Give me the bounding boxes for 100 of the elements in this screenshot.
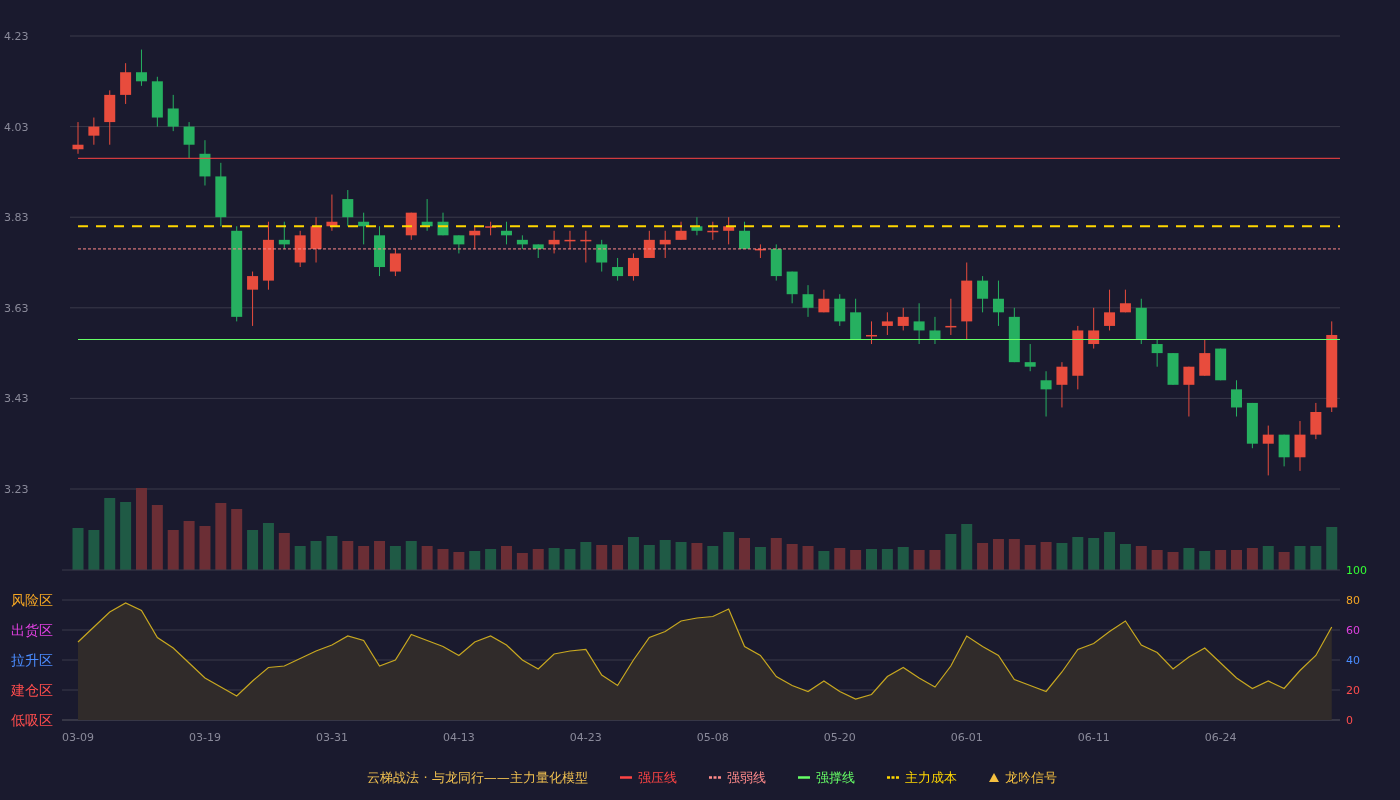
volume-bar (120, 502, 132, 570)
volume-bar (723, 532, 735, 570)
candlestick (643, 230, 655, 259)
candlestick (437, 212, 449, 236)
volume-bar (1294, 546, 1306, 570)
volume-bar (1056, 543, 1068, 570)
candlestick (866, 320, 877, 345)
axis-label: 3.63 (4, 301, 29, 315)
candlestick (659, 230, 671, 259)
volume-bar (1183, 548, 1195, 570)
volume-bar (707, 546, 719, 570)
candlestick (770, 243, 782, 282)
volume-bar (1215, 550, 1227, 570)
axis-label: 03-19 (189, 731, 221, 744)
candlestick (326, 194, 338, 232)
candlestick (215, 162, 227, 227)
volume-bar (437, 549, 449, 570)
volume-bar (1151, 550, 1163, 570)
candlestick (850, 298, 862, 340)
candlestick (453, 234, 465, 254)
axis-label: 03-09 (62, 731, 94, 744)
axis-label: 3.43 (4, 392, 29, 406)
candlestick (342, 189, 354, 227)
candlestick (691, 216, 703, 236)
candlestick (1072, 325, 1084, 390)
legend-label: 强撑线 (815, 769, 855, 787)
volume-bar (1024, 545, 1036, 570)
candlestick (1278, 434, 1290, 467)
volume-bar (770, 538, 782, 570)
volume-bar (453, 552, 465, 570)
candlestick (469, 225, 481, 250)
axis-label: 04-13 (442, 731, 475, 744)
candlestick (1024, 343, 1036, 372)
volume-bar (1104, 532, 1116, 570)
volume-bar (850, 550, 862, 570)
axis-label: 06-24 (1204, 731, 1237, 744)
candlestick (881, 311, 893, 336)
volume-bar (1135, 546, 1147, 570)
volume-bar (389, 546, 401, 570)
zone-label: 出货区 (11, 622, 53, 638)
axis-label: 80 (1346, 594, 1360, 607)
volume-bar (1231, 550, 1242, 570)
zone-label: 拉升区 (11, 652, 53, 668)
volume-bar (643, 545, 655, 570)
candlestick (1246, 402, 1258, 449)
candlestick (1294, 420, 1306, 472)
volume-bar (1167, 552, 1179, 570)
candlestick (1183, 366, 1195, 417)
axis-label: 20 (1346, 684, 1360, 697)
volume-bar (342, 541, 354, 570)
axis-label: 100 (1346, 564, 1367, 577)
volume-bar (1119, 544, 1131, 570)
candlestick (802, 284, 814, 318)
volume-bar (247, 530, 259, 570)
candlestick (72, 121, 84, 155)
volume-bar (834, 548, 846, 570)
volume-bar (897, 547, 909, 570)
candlestick (1215, 348, 1227, 381)
volume-bar (802, 546, 814, 570)
candlestick (564, 230, 576, 250)
axis-label: 60 (1346, 624, 1360, 637)
volume-bar (564, 549, 576, 570)
legend-label: 龙吟信号 (1004, 769, 1057, 787)
volume-bar (739, 538, 751, 570)
volume-bar (596, 545, 608, 570)
axis-label: 06-11 (1077, 731, 1110, 744)
candlestick (1008, 307, 1020, 363)
candlestick (977, 275, 989, 313)
volume-bar (1072, 537, 1084, 570)
candlestick (1151, 339, 1163, 368)
candlestick (1199, 339, 1211, 377)
candlestick (532, 243, 544, 259)
volume-bar (278, 533, 290, 570)
volume-bar (612, 545, 624, 570)
candlestick (294, 230, 306, 268)
volume-bar (754, 547, 766, 570)
volume-bar (532, 549, 544, 570)
volume-bar (358, 546, 370, 570)
legend-label: 主力成本 (904, 769, 957, 787)
candlestick (1056, 361, 1068, 408)
candlestick (723, 216, 735, 245)
volume-bar (580, 542, 592, 570)
volume-bar (786, 544, 798, 570)
volume-bar (167, 530, 179, 570)
candlestick (167, 94, 179, 132)
volume-bar (1262, 546, 1274, 570)
legend-title: 云梯战法 · 与龙同行——主力量化模型 (367, 769, 588, 787)
volume-bar (516, 553, 528, 570)
candlestick (199, 139, 211, 186)
candlestick (247, 271, 259, 327)
candlestick (262, 221, 274, 291)
volume-bar (675, 542, 687, 570)
candlestick (834, 293, 846, 327)
volume-bar (1278, 552, 1290, 570)
axis-label: 4.23 (4, 30, 29, 43)
candlestick (1088, 307, 1100, 350)
volume-bar (691, 543, 703, 570)
candlestick (913, 302, 925, 345)
candlestick (1231, 379, 1242, 417)
candlestick (675, 221, 687, 241)
